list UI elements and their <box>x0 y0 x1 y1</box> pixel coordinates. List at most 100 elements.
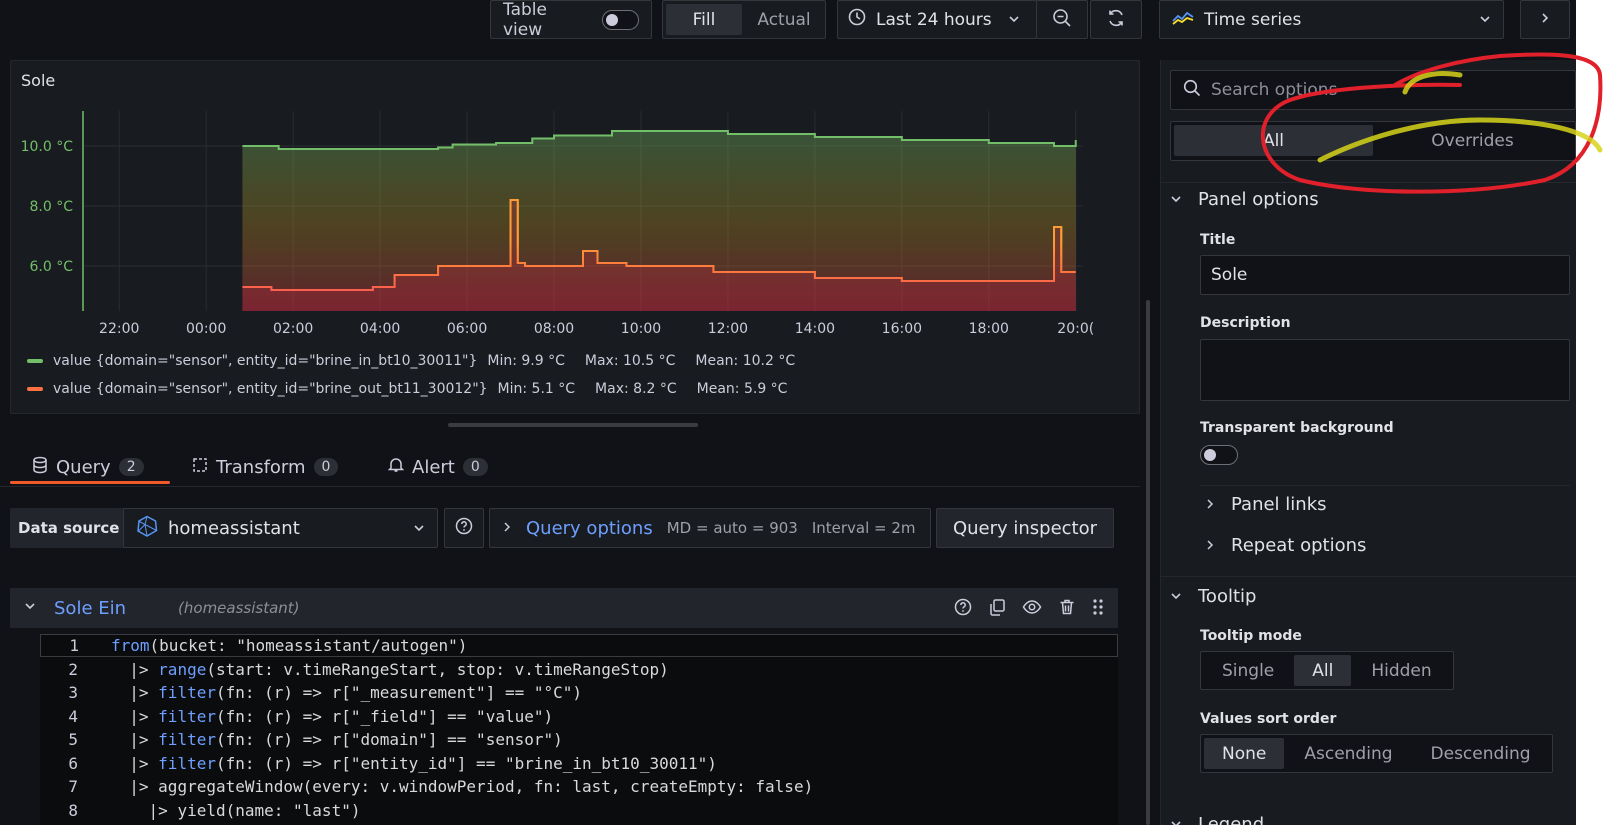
code-text: |> range(start: v.timeRangeStart, stop: … <box>110 659 669 679</box>
query-options-toggle[interactable]: Query options MD = auto = 903 Interval =… <box>489 508 931 548</box>
chevron-right-icon <box>502 519 512 537</box>
tooltip-mode-label: Tooltip mode <box>1200 628 1302 644</box>
time-range-picker[interactable]: Last 24 hours <box>837 0 1037 39</box>
line-number: 4 <box>68 706 78 726</box>
chevron-down-icon <box>413 518 425 539</box>
panel-options-header[interactable]: Panel options <box>1170 189 1319 210</box>
query-code-editor[interactable]: 1 from(bucket: "homeassistant/autogen") 2 … <box>40 634 1118 825</box>
refresh-icon <box>1106 8 1126 32</box>
chevron-down-icon[interactable] <box>24 600 36 616</box>
search-placeholder: Search options <box>1211 80 1338 100</box>
query-data-source-hint: (homeassistant) <box>178 599 300 617</box>
data-source-picker[interactable]: homeassistant <box>123 508 438 548</box>
code-line[interactable]: 5 |> filter(fn: (r) => r["domain"] == "s… <box>40 728 562 751</box>
x-tick-label: 04:00 <box>360 321 400 337</box>
tooltip-header[interactable]: Tooltip <box>1170 586 1256 607</box>
query-inspector-button[interactable]: Query inspector <box>936 508 1114 548</box>
code-line[interactable]: 4 |> filter(fn: (r) => r["_field"] == "v… <box>40 705 553 728</box>
clock-icon <box>848 8 866 31</box>
code-line[interactable]: 3 |> filter(fn: (r) => r["_measurement"]… <box>40 681 582 704</box>
panel-links-header[interactable]: Panel links <box>1205 494 1327 515</box>
x-tick-label: 12:00 <box>708 321 748 337</box>
legend-header[interactable]: Legend <box>1170 814 1264 825</box>
code-text: |> filter(fn: (r) => r["entity_id"] == "… <box>110 753 717 773</box>
code-line[interactable]: 2 |> range(start: v.timeRangeStart, stop… <box>40 658 669 681</box>
tooltip-mode-all[interactable]: All <box>1294 655 1352 686</box>
chevron-right-icon <box>1539 12 1551 28</box>
panel-preview: Sole 10.0 °C 8.0 °C 6.0 °C 22:00 00:00 02:00 0… <box>10 60 1140 414</box>
divider <box>1160 182 1576 183</box>
code-line[interactable]: 6 |> filter(fn: (r) => r["entity_id"] ==… <box>40 752 717 775</box>
tooltip-mode-hidden[interactable]: Hidden <box>1353 655 1449 686</box>
section-title: Repeat options <box>1231 535 1367 556</box>
code-line[interactable]: 8 |> yield(name: "last") <box>40 799 360 822</box>
legend-series-name: value {domain="sensor", entity_id="brine… <box>53 381 488 397</box>
section-title: Panel options <box>1198 189 1319 210</box>
tab-alert[interactable]: Alert 0 <box>387 448 488 486</box>
sort-none[interactable]: None <box>1204 738 1285 769</box>
tab-label: Transform <box>216 456 306 478</box>
tab-count: 0 <box>462 458 488 476</box>
code-text: |> filter(fn: (r) => r["_field"] == "val… <box>110 706 554 726</box>
code-text: |> aggregateWindow(every: v.windowPeriod… <box>110 777 814 796</box>
chevron-down-icon <box>1170 814 1182 825</box>
section-title: Legend <box>1198 814 1265 825</box>
line-number: 2 <box>68 659 78 679</box>
code-line[interactable]: 7 |> aggregateWindow(every: v.windowPeri… <box>40 775 813 798</box>
trash-icon[interactable] <box>1058 598 1076 620</box>
tabs-divider <box>0 486 1140 487</box>
actual-button[interactable]: Actual <box>746 4 822 35</box>
description-textarea[interactable] <box>1200 339 1570 401</box>
table-view-toggle[interactable]: Table view <box>490 0 652 40</box>
table-view-switch[interactable] <box>602 9 639 30</box>
legend-mean: Mean: 10.2 °C <box>695 353 796 369</box>
overrides-tab[interactable]: Overrides <box>1373 125 1572 156</box>
active-tab-indicator <box>10 481 170 484</box>
visualization-picker[interactable]: Time series <box>1159 0 1504 39</box>
all-tab[interactable]: All <box>1174 125 1373 156</box>
duplicate-icon[interactable] <box>988 598 1006 620</box>
legend-item[interactable]: value {domain="sensor", entity_id="brine… <box>27 353 795 369</box>
fill-button[interactable]: Fill <box>666 4 742 35</box>
chevron-down-icon <box>1479 10 1491 30</box>
repeat-options-header[interactable]: Repeat options <box>1205 535 1366 556</box>
time-series-chart[interactable]: 10.0 °C 8.0 °C 6.0 °C 22:00 00:00 02:00 04:00 0… <box>11 61 1141 351</box>
title-input[interactable]: Sole <box>1200 255 1570 295</box>
fill-actual-group: Fill Actual <box>662 0 826 39</box>
tab-transform[interactable]: Transform 0 <box>192 448 339 486</box>
x-tick-label: 10:00 <box>621 321 661 337</box>
data-source-help-button[interactable] <box>444 508 484 548</box>
max-data-points: MD = auto = 903 <box>666 519 798 537</box>
query-row-header[interactable]: Sole Ein (homeassistant) <box>10 588 1118 628</box>
eye-icon[interactable] <box>1022 598 1042 620</box>
legend-max: Max: 10.5 °C <box>584 353 676 369</box>
tab-count: 2 <box>118 458 144 476</box>
x-tick-label: 00:00 <box>186 321 226 337</box>
chevron-down-icon <box>1170 189 1182 210</box>
line-number: 8 <box>68 800 78 820</box>
search-options-input[interactable]: Search options <box>1170 70 1576 110</box>
drag-handle-icon[interactable] <box>1092 598 1104 620</box>
code-line[interactable]: 1 from(bucket: "homeassistant/autogen") <box>40 634 1118 657</box>
influxdb-icon <box>136 515 158 542</box>
query-row-actions <box>954 598 1104 620</box>
editor-scrollbar[interactable] <box>1146 300 1150 825</box>
legend-item[interactable]: value {domain="sensor", entity_id="brine… <box>27 381 787 397</box>
panel-resize-handle[interactable] <box>448 423 698 427</box>
transparent-switch[interactable] <box>1200 445 1238 465</box>
zoom-out-icon <box>1052 8 1072 32</box>
tooltip-mode-single[interactable]: Single <box>1204 655 1292 686</box>
query-name[interactable]: Sole Ein <box>54 598 126 619</box>
help-icon[interactable] <box>954 598 972 620</box>
legend-color-swatch <box>27 359 43 363</box>
sort-descending[interactable]: Descending <box>1413 738 1549 769</box>
grafana-panel-editor: Table view Fill Actual Last 24 hours Tim… <box>0 0 1576 825</box>
refresh-button[interactable] <box>1090 0 1142 39</box>
legend-series-name: value {domain="sensor", entity_id="brine… <box>53 353 478 369</box>
options-collapse-button[interactable] <box>1520 0 1570 39</box>
sort-ascending[interactable]: Ascending <box>1286 738 1410 769</box>
x-tick-label: 20:0( <box>1057 321 1094 337</box>
tab-count: 0 <box>313 458 339 476</box>
zoom-out-button[interactable] <box>1036 0 1088 39</box>
section-title: Panel links <box>1231 494 1327 515</box>
